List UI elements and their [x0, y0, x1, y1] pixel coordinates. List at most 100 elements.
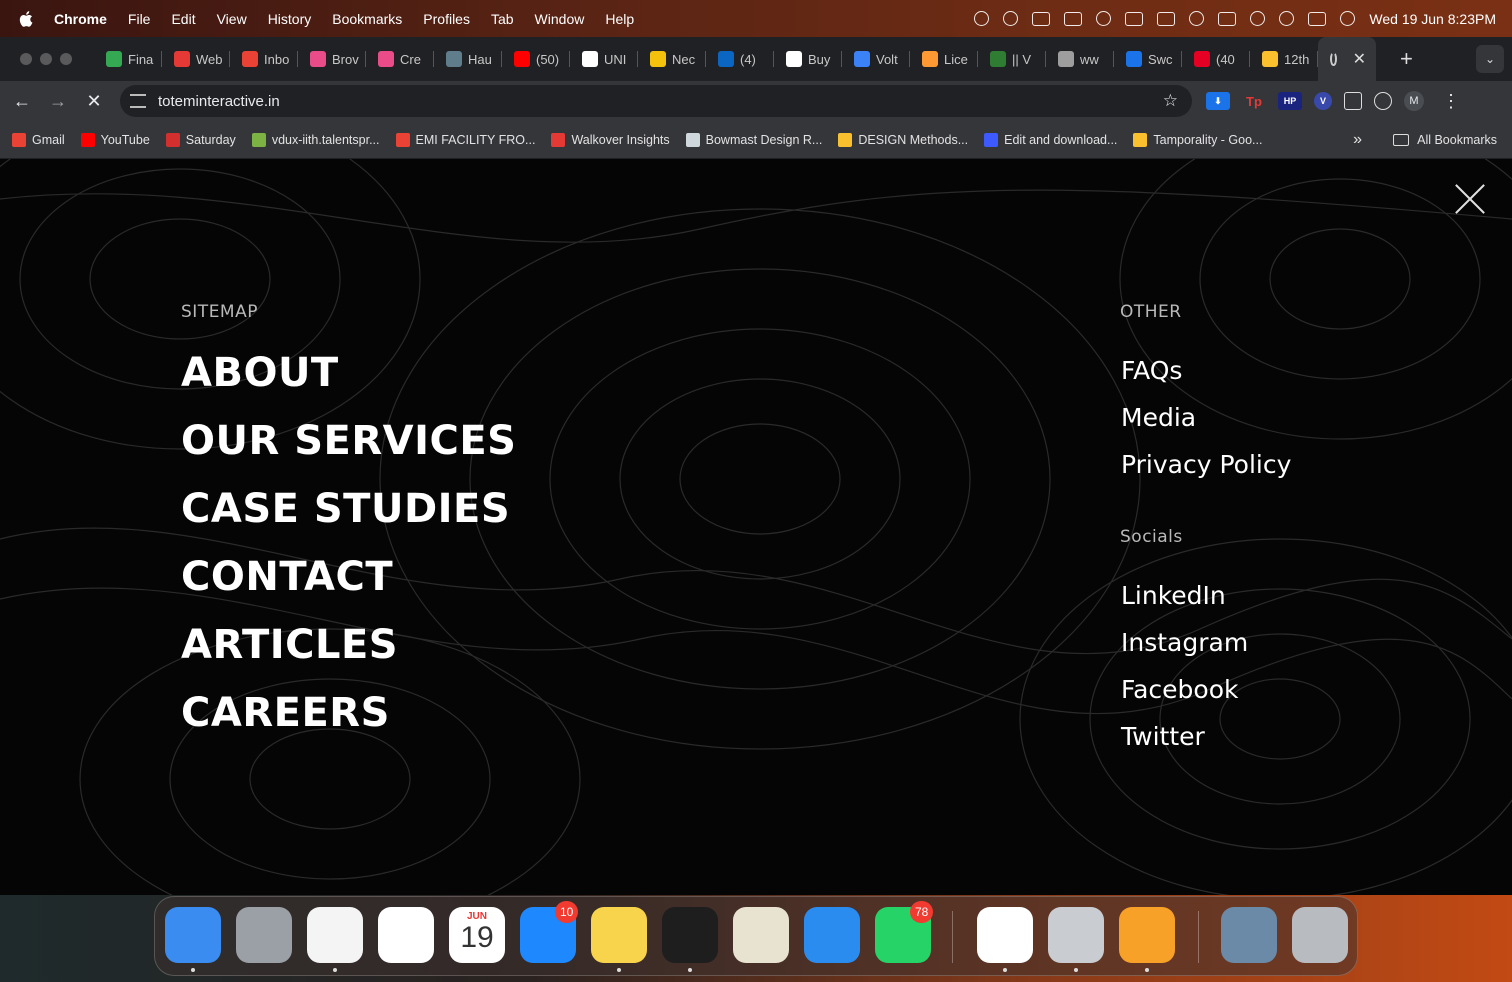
cloud-status-icon[interactable]: [1003, 11, 1019, 26]
calendar-icon[interactable]: JUN 19: [449, 907, 505, 963]
bookmark-item[interactable]: vdux-iith.talentspr...: [251, 132, 380, 147]
volume-icon[interactable]: [1125, 11, 1144, 26]
nav-careers[interactable]: CAREERS: [181, 679, 516, 747]
site-info-icon[interactable]: [130, 94, 146, 108]
browser-tab[interactable]: Web: [162, 37, 230, 81]
download-extension-icon[interactable]: ⬇: [1206, 92, 1230, 110]
browser-tab[interactable]: || V: [978, 37, 1046, 81]
browser-tab[interactable]: 12th: [1250, 37, 1318, 81]
tab-active[interactable]: ✕: [1318, 37, 1376, 81]
browser-tab[interactable]: Nec: [638, 37, 706, 81]
pages-icon[interactable]: [1119, 907, 1175, 963]
link-facebook[interactable]: Facebook: [1121, 666, 1248, 713]
close-window-button[interactable]: [20, 53, 32, 65]
hp-extension-icon[interactable]: HP: [1278, 92, 1302, 110]
tab-search-button[interactable]: ⌄: [1476, 45, 1504, 73]
bookmark-item[interactable]: Gmail: [12, 132, 65, 147]
display-icon[interactable]: [1157, 11, 1176, 26]
vpn-extension-icon[interactable]: V: [1314, 92, 1332, 110]
figma-icon[interactable]: [662, 907, 718, 963]
stop-loading-button[interactable]: ✕: [76, 91, 112, 112]
browser-tab[interactable]: Volt: [842, 37, 910, 81]
close-menu-icon[interactable]: [1452, 181, 1488, 217]
link-media[interactable]: Media: [1121, 394, 1291, 441]
screenshot-icon[interactable]: [1221, 907, 1277, 963]
nav-our-services[interactable]: OUR SERVICES: [181, 407, 516, 475]
link-faqs[interactable]: FAQs: [1121, 347, 1291, 394]
nav-case-studies[interactable]: CASE STUDIES: [181, 475, 516, 543]
chrome-menu-icon[interactable]: ⋮: [1442, 91, 1460, 112]
menu-view[interactable]: View: [217, 11, 247, 27]
figma-status-icon[interactable]: [974, 11, 990, 26]
browser-tab[interactable]: UNI: [570, 37, 638, 81]
bookmark-item[interactable]: Edit and download...: [984, 132, 1117, 147]
apple-menu-icon[interactable]: [18, 10, 36, 28]
network-status-icon[interactable]: [1064, 11, 1083, 26]
bookmark-item[interactable]: Saturday: [165, 132, 236, 147]
link-linkedin[interactable]: LinkedIn: [1121, 572, 1248, 619]
wifi-icon[interactable]: [1250, 11, 1266, 26]
spotlight-search-icon[interactable]: [1279, 11, 1295, 26]
menu-file[interactable]: File: [128, 11, 151, 27]
browser-tab[interactable]: Buy: [774, 37, 842, 81]
menu-tab[interactable]: Tab: [491, 11, 514, 27]
nav-about[interactable]: ABOUT: [181, 339, 516, 407]
control-center-icon[interactable]: [1308, 11, 1327, 26]
address-bar[interactable]: toteminteractive.in ☆: [120, 85, 1192, 117]
menu-edit[interactable]: Edit: [171, 11, 195, 27]
bookmark-item[interactable]: DESIGN Methods...: [838, 132, 968, 147]
menu-extra-icon[interactable]: [1032, 11, 1051, 26]
menu-bookmarks[interactable]: Bookmarks: [332, 11, 402, 27]
battery-icon[interactable]: [1218, 11, 1237, 26]
menu-profiles[interactable]: Profiles: [423, 11, 470, 27]
browser-tab[interactable]: Fina: [94, 37, 162, 81]
close-tab-icon[interactable]: ✕: [1353, 49, 1366, 69]
new-tab-button[interactable]: +: [1400, 46, 1413, 72]
browser-tab[interactable]: Brov: [298, 37, 366, 81]
menu-history[interactable]: History: [268, 11, 312, 27]
browser-tab[interactable]: Swc: [1114, 37, 1182, 81]
layers-status-icon[interactable]: [1096, 11, 1112, 26]
performance-icon[interactable]: [1374, 92, 1392, 110]
siri-icon[interactable]: [1340, 11, 1356, 26]
link-privacy-policy[interactable]: Privacy Policy: [1121, 441, 1291, 488]
photos-icon[interactable]: [378, 907, 434, 963]
bookmark-item[interactable]: EMI FACILITY FRO...: [395, 132, 535, 147]
extensions-puzzle-icon[interactable]: [1344, 92, 1362, 110]
nav-articles[interactable]: ARTICLES: [181, 611, 516, 679]
slack-icon[interactable]: [977, 907, 1033, 963]
link-instagram[interactable]: Instagram: [1121, 619, 1248, 666]
browser-tab[interactable]: (50): [502, 37, 570, 81]
bookmark-item[interactable]: YouTube: [80, 132, 150, 147]
menu-help[interactable]: Help: [605, 11, 634, 27]
menu-window[interactable]: Window: [535, 11, 585, 27]
browser-tab[interactable]: Inbo: [230, 37, 298, 81]
browser-tab[interactable]: ww: [1046, 37, 1114, 81]
browser-tab[interactable]: Hau: [434, 37, 502, 81]
safari-icon[interactable]: [804, 907, 860, 963]
chrome-icon[interactable]: [307, 907, 363, 963]
notes-icon[interactable]: [591, 907, 647, 963]
minimize-window-button[interactable]: [40, 53, 52, 65]
menubar-clock[interactable]: Wed 19 Jun 8:23PM: [1369, 11, 1496, 27]
nav-contact[interactable]: CONTACT: [181, 543, 516, 611]
menu-app-name[interactable]: Chrome: [54, 11, 107, 27]
browser-tab[interactable]: Cre: [366, 37, 434, 81]
bookmark-star-icon[interactable]: ☆: [1163, 91, 1178, 111]
browser-tab[interactable]: (40: [1182, 37, 1250, 81]
forward-button[interactable]: →: [40, 91, 76, 112]
font-book-icon[interactable]: [1048, 907, 1104, 963]
tp-extension-icon[interactable]: Tp: [1242, 92, 1266, 110]
bookmark-item[interactable]: Tamporality - Goo...: [1133, 132, 1262, 147]
finder-icon[interactable]: [165, 907, 221, 963]
profile-avatar[interactable]: M: [1404, 91, 1424, 111]
preview-icon[interactable]: [733, 907, 789, 963]
back-button[interactable]: ←: [4, 91, 40, 112]
bookmark-item[interactable]: Walkover Insights: [551, 132, 670, 147]
browser-tab[interactable]: (4): [706, 37, 774, 81]
zoom-window-button[interactable]: [60, 53, 72, 65]
trash-icon[interactable]: [1292, 907, 1348, 963]
more-bookmarks-icon[interactable]: »: [1353, 131, 1362, 149]
launchpad-icon[interactable]: [236, 907, 292, 963]
all-bookmarks-button[interactable]: All Bookmarks: [1393, 133, 1497, 147]
